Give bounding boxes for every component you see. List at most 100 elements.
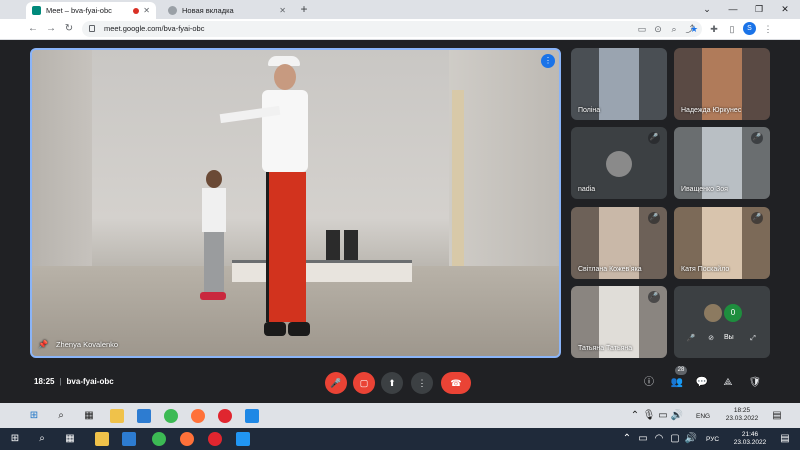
muted-mic-icon: 🎤 bbox=[751, 212, 763, 224]
participant-tile[interactable]: Поліна bbox=[571, 48, 667, 120]
close-tab-icon[interactable]: ✕ bbox=[143, 6, 150, 15]
more-options-button[interactable]: ⋮ bbox=[411, 372, 433, 394]
self-tile[interactable]: 0 🎤 ⊘ Вы ⤢ bbox=[674, 286, 770, 358]
search-icon[interactable]: ⌕ bbox=[35, 432, 49, 446]
tab-label: Новая вкладка bbox=[182, 6, 234, 15]
address-bar[interactable]: meet.google.com/bva-fyai-obc bbox=[82, 21, 702, 37]
task-view-icon[interactable]: ▦ bbox=[82, 409, 96, 423]
file-explorer-icon[interactable] bbox=[110, 409, 124, 423]
self-count-badge: 0 bbox=[724, 304, 742, 322]
bookmark-star-icon[interactable]: ★ bbox=[688, 23, 700, 35]
self-mic-off-icon[interactable]: 🎤 bbox=[684, 332, 698, 346]
leave-call-button[interactable]: ☎ bbox=[441, 372, 471, 394]
camera-permission-icon[interactable]: ▭ bbox=[636, 23, 648, 35]
network-icon[interactable]: ▭ bbox=[656, 409, 670, 423]
self-cam-off-icon[interactable]: ⊘ bbox=[704, 332, 718, 346]
task-view-icon[interactable]: ▦ bbox=[63, 432, 77, 446]
profile-avatar[interactable]: S bbox=[743, 22, 756, 35]
lock-icon bbox=[89, 25, 95, 32]
battery-icon[interactable]: ▭ bbox=[636, 432, 650, 446]
participant-count-badge: 28 bbox=[675, 366, 687, 375]
self-name: Вы bbox=[724, 334, 734, 341]
minimize-icon[interactable]: — bbox=[720, 1, 746, 17]
location-icon[interactable]: ⊙ bbox=[652, 23, 664, 35]
participant-video bbox=[599, 48, 639, 120]
participant-name: Катя Поскайло bbox=[681, 266, 730, 273]
tray-chevron-icon[interactable]: ⌃ bbox=[628, 409, 642, 423]
chrome-icon[interactable] bbox=[152, 432, 166, 446]
separator: | bbox=[59, 377, 62, 386]
participant-tile[interactable]: 🎤 Світлана Кожевʼяка bbox=[571, 207, 667, 279]
activities-icon[interactable]: ⟁ bbox=[720, 375, 736, 391]
tab-meet[interactable]: Meet – bva-fyai-obc ✕ bbox=[26, 2, 156, 19]
participant-tile[interactable]: 🎤 Катя Поскайло bbox=[674, 207, 770, 279]
tab-new[interactable]: Новая вкладка ✕ bbox=[162, 2, 292, 19]
participant-tile[interactable]: 🎤 Татьяна Татьяна bbox=[571, 286, 667, 358]
chrome-icon[interactable] bbox=[164, 409, 178, 423]
adult-shoe bbox=[288, 322, 310, 336]
network-icon[interactable]: ◠ bbox=[652, 432, 666, 446]
display-icon[interactable]: ▢ bbox=[668, 432, 682, 446]
meeting-info: 18:25 | bva-fyai-obc bbox=[34, 377, 114, 386]
volume-icon[interactable]: 🔊 bbox=[670, 409, 684, 423]
chat-icon[interactable]: 💬 bbox=[694, 375, 710, 391]
expand-icon[interactable]: ⤢ bbox=[746, 332, 760, 346]
restore-icon[interactable]: ❐ bbox=[746, 1, 772, 17]
language-indicator[interactable]: РУС bbox=[706, 436, 719, 443]
browser-toolbar: ← → ↻ meet.google.com/bva-fyai-obc ▭ ⊙ ⌕… bbox=[0, 19, 800, 40]
notifications-icon[interactable]: ▤ bbox=[778, 432, 792, 446]
app-icon[interactable] bbox=[245, 409, 259, 423]
mic-toggle-button[interactable]: 🎤 bbox=[325, 372, 347, 394]
meeting-details-icon[interactable]: ⓘ bbox=[641, 375, 657, 391]
reading-list-icon[interactable]: ▯ bbox=[726, 23, 738, 35]
opera-icon[interactable] bbox=[218, 409, 232, 423]
remote-taskbar: ⊞ ⌕ ▦ ⌃ 🎙 ▭ 🔊 ENG 18:25 23.03.2022 ▤ bbox=[0, 403, 800, 428]
media-player-icon[interactable] bbox=[236, 432, 250, 446]
volume-icon[interactable]: 🔊 bbox=[684, 432, 698, 446]
participant-tile[interactable]: 🎤 Иващенко Зоя bbox=[674, 127, 770, 199]
child-head bbox=[206, 170, 222, 188]
participant-name: Надежда Юркунес bbox=[681, 107, 742, 114]
tray-chevron-icon[interactable]: ⌃ bbox=[620, 432, 634, 446]
host-controls-icon[interactable]: 🛡 bbox=[747, 375, 763, 391]
back-icon[interactable]: ← bbox=[26, 22, 40, 36]
clock-time: 21:46 bbox=[741, 431, 759, 438]
clock[interactable]: 21:46 23.03.2022 bbox=[730, 431, 770, 447]
opera-icon[interactable] bbox=[208, 432, 222, 446]
more-menu-icon[interactable]: ⋮ bbox=[762, 23, 774, 35]
reload-icon[interactable]: ↻ bbox=[62, 22, 76, 36]
firefox-icon[interactable] bbox=[191, 409, 205, 423]
muted-mic-icon: 🎤 bbox=[648, 291, 660, 303]
participant-name: Світлана Кожевʼяка bbox=[578, 266, 642, 273]
participant-tile[interactable]: 🎤 nadia bbox=[571, 127, 667, 199]
window-menu-icon[interactable]: ⌄ bbox=[694, 1, 720, 17]
language-indicator[interactable]: ENG bbox=[696, 413, 710, 420]
meeting-code: bva-fyai-obc bbox=[66, 377, 114, 386]
camera-toggle-button[interactable]: ▢ bbox=[353, 372, 375, 394]
search-icon[interactable]: ⌕ bbox=[668, 23, 680, 35]
search-icon[interactable]: ⌕ bbox=[54, 409, 68, 423]
pin-icon[interactable]: 📌 bbox=[38, 340, 48, 349]
new-tab-button[interactable]: + bbox=[297, 2, 311, 16]
firefox-icon[interactable] bbox=[180, 432, 194, 446]
main-speaker-tag: 📌 Zhenya Kovalenko bbox=[38, 340, 118, 349]
clock[interactable]: 18:25 23.03.2022 bbox=[722, 407, 762, 423]
muted-mic-icon: 🎤 bbox=[648, 132, 660, 144]
store-icon[interactable] bbox=[137, 409, 151, 423]
people-icon[interactable]: 👥 bbox=[669, 375, 685, 391]
present-screen-button[interactable]: ⬆ bbox=[381, 372, 403, 394]
mic-tray-icon[interactable]: 🎙 bbox=[642, 409, 656, 423]
close-tab-icon[interactable]: ✕ bbox=[279, 6, 286, 15]
main-video-feed[interactable]: ⋮ 📌 Zhenya Kovalenko bbox=[30, 48, 561, 358]
file-explorer-icon[interactable] bbox=[95, 432, 109, 446]
store-icon[interactable] bbox=[122, 432, 136, 446]
muted-mic-icon: 🎤 bbox=[751, 132, 763, 144]
windows-start-icon[interactable]: ⊞ bbox=[8, 432, 22, 446]
meeting-time: 18:25 bbox=[34, 377, 55, 386]
participant-tile[interactable]: Надежда Юркунес bbox=[674, 48, 770, 120]
forward-icon[interactable]: → bbox=[44, 22, 58, 36]
close-window-icon[interactable]: ✕ bbox=[772, 1, 798, 17]
notifications-icon[interactable]: ▤ bbox=[770, 409, 784, 423]
windows-start-icon[interactable]: ⊞ bbox=[27, 409, 41, 423]
extensions-icon[interactable]: ✚ bbox=[708, 23, 720, 35]
